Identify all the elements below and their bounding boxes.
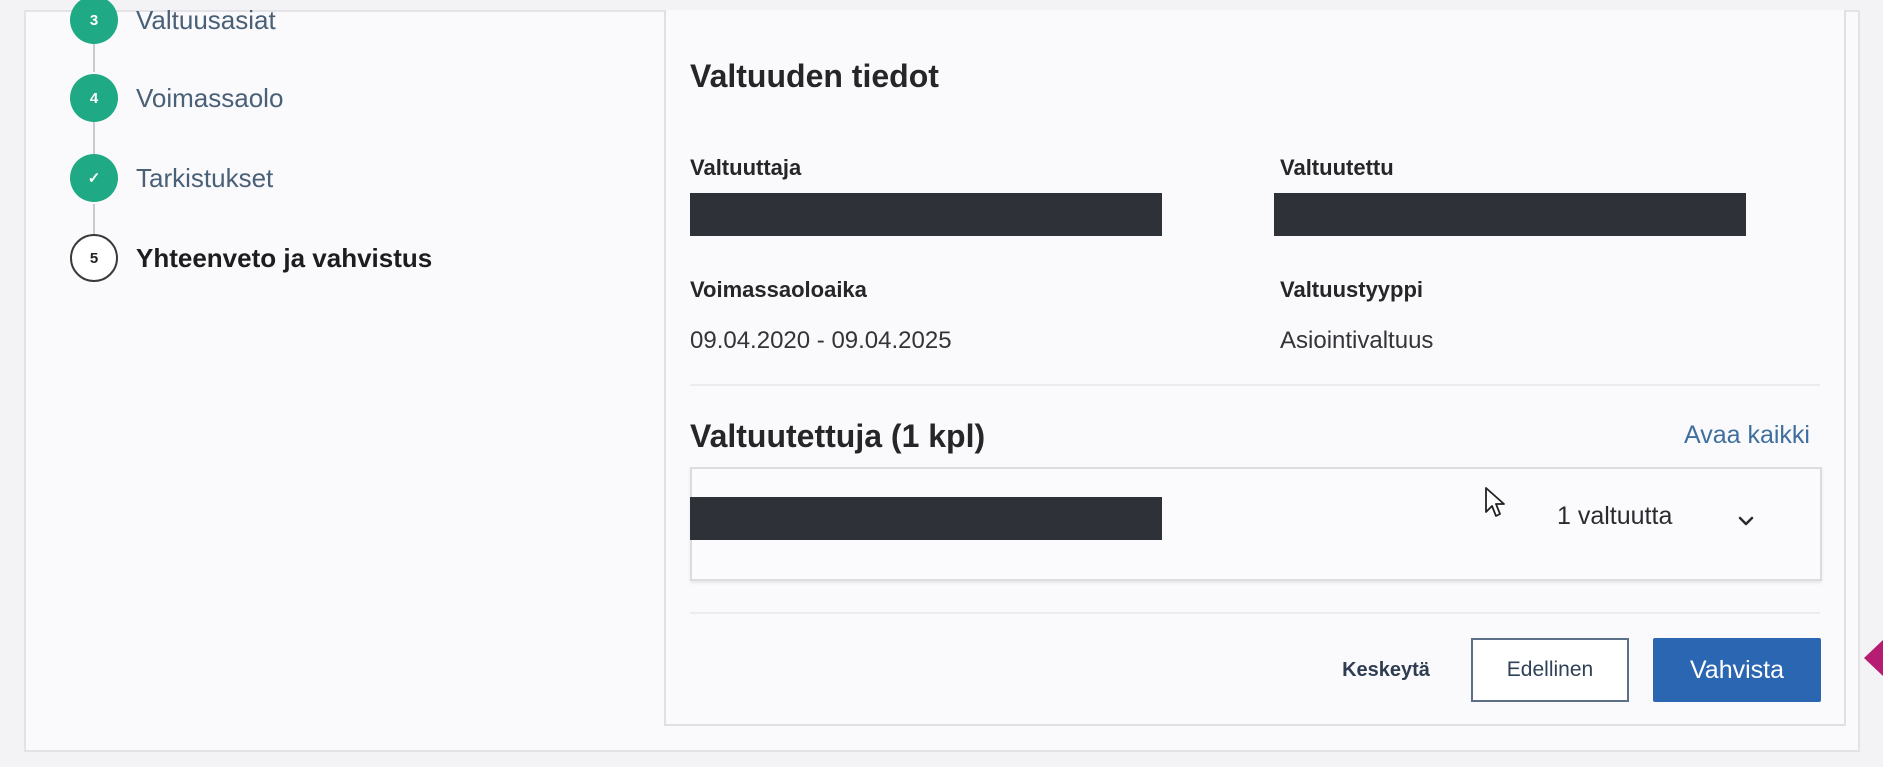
step-label: Valtuusasiat [136, 4, 276, 35]
step-yhteenveto-current: 5 Yhteenveto ja vahvistus [70, 234, 432, 282]
divider [690, 384, 1820, 386]
validity-value: 09.04.2020 - 09.04.2025 [690, 327, 952, 354]
authorization-type-label: Valtuustyyppi [1280, 277, 1424, 302]
divider [690, 612, 1820, 614]
page: 3 Valtuusasiat 4 Voimassaolo ✓ Tarkistuk… [0, 0, 1883, 767]
grantor-label: Valtuuttaja [690, 155, 802, 180]
previous-button[interactable]: Edellinen [1471, 638, 1629, 702]
cancel-button[interactable]: Keskeytä [1316, 645, 1456, 695]
step-valtuusasiat[interactable]: 3 Valtuusasiat [70, 0, 276, 44]
grantee-label: Valtuutettu [1280, 155, 1394, 180]
mouse-cursor-icon [1485, 487, 1505, 517]
grantee-value-redacted [1274, 193, 1746, 236]
edge-marker-arrow [1864, 640, 1883, 676]
check-icon: ✓ [70, 154, 118, 202]
step-label-current: Yhteenveto ja vahvistus [136, 242, 433, 273]
step-number-3: 3 [70, 0, 118, 44]
step-connector [93, 122, 95, 158]
chevron-down-icon[interactable] [1735, 510, 1757, 532]
grantees-title: Valtuutettuja (1 kpl) [690, 418, 986, 454]
step-label: Tarkistukset [136, 162, 274, 193]
authorization-count: 1 valtuutta [1557, 502, 1673, 530]
summary-card [664, 10, 1846, 726]
step-tarkistukset[interactable]: ✓ Tarkistukset [70, 154, 273, 202]
grantee-name-redacted [690, 497, 1162, 540]
step-voimassaolo[interactable]: 4 Voimassaolo [70, 74, 283, 122]
step-label: Voimassaolo [136, 82, 284, 113]
grantor-value-redacted [690, 193, 1162, 236]
authorization-type-value: Asiointivaltuus [1280, 327, 1434, 354]
expand-all-link[interactable]: Avaa kaikki [1684, 421, 1810, 450]
confirm-button[interactable]: Vahvista [1653, 638, 1821, 702]
step-number-4: 4 [70, 74, 118, 122]
validity-label: Voimassaoloaika [690, 277, 867, 302]
details-title: Valtuuden tiedot [690, 58, 939, 94]
step-number-5: 5 [70, 234, 118, 282]
